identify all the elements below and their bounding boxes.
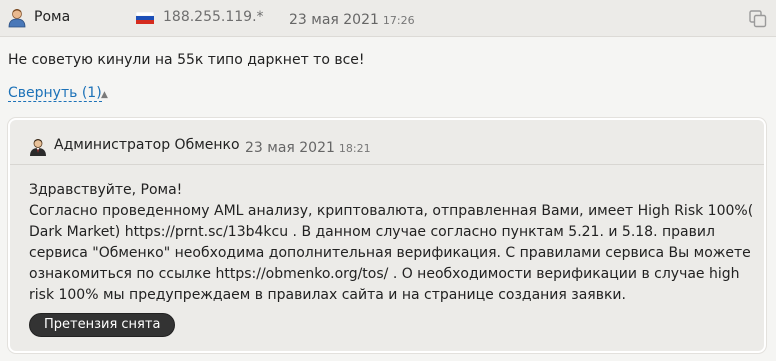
- caret-up-icon[interactable]: ▲: [101, 90, 108, 100]
- user-icon: [8, 9, 26, 28]
- reply-text: Согласно проведенному AML анализу, крипт…: [29, 203, 754, 303]
- copy-icon[interactable]: [748, 9, 768, 29]
- reply-date: 23 мая 2021: [245, 140, 335, 156]
- claim-resolved-button[interactable]: Претензия снята: [29, 313, 176, 337]
- post-header: Рома 188.255.119.* 23 мая 2021 17:26: [0, 0, 776, 37]
- reply-greeting: Здравствуйте, Рома!: [29, 182, 183, 198]
- reply-body: Здравствуйте, Рома! Согласно проведенном…: [29, 180, 757, 306]
- reply-header: Администратор Обменко 23 мая 2021 18:21: [10, 120, 764, 165]
- post-date: 23 мая 2021: [289, 12, 379, 28]
- reply-datetime: 23 мая 2021 18:21: [245, 137, 371, 156]
- admin-reply: Администратор Обменко 23 мая 2021 18:21 З…: [8, 118, 766, 353]
- post-datetime: 23 мая 2021 17:26: [289, 9, 415, 28]
- collapse-replies-link[interactable]: Свернуть (1): [8, 85, 102, 102]
- admin-icon: [30, 139, 46, 156]
- post-message: Не советую кинули на 55к типо даркнет то…: [8, 52, 365, 68]
- reply-author[interactable]: Администратор Обменко: [54, 137, 240, 153]
- post-ip: 188.255.119.*: [163, 9, 264, 25]
- post-author[interactable]: Рома: [34, 9, 70, 25]
- russia-flag-icon: [136, 12, 154, 24]
- post-time: 17:26: [382, 14, 415, 27]
- reply-time: 18:21: [338, 142, 371, 155]
